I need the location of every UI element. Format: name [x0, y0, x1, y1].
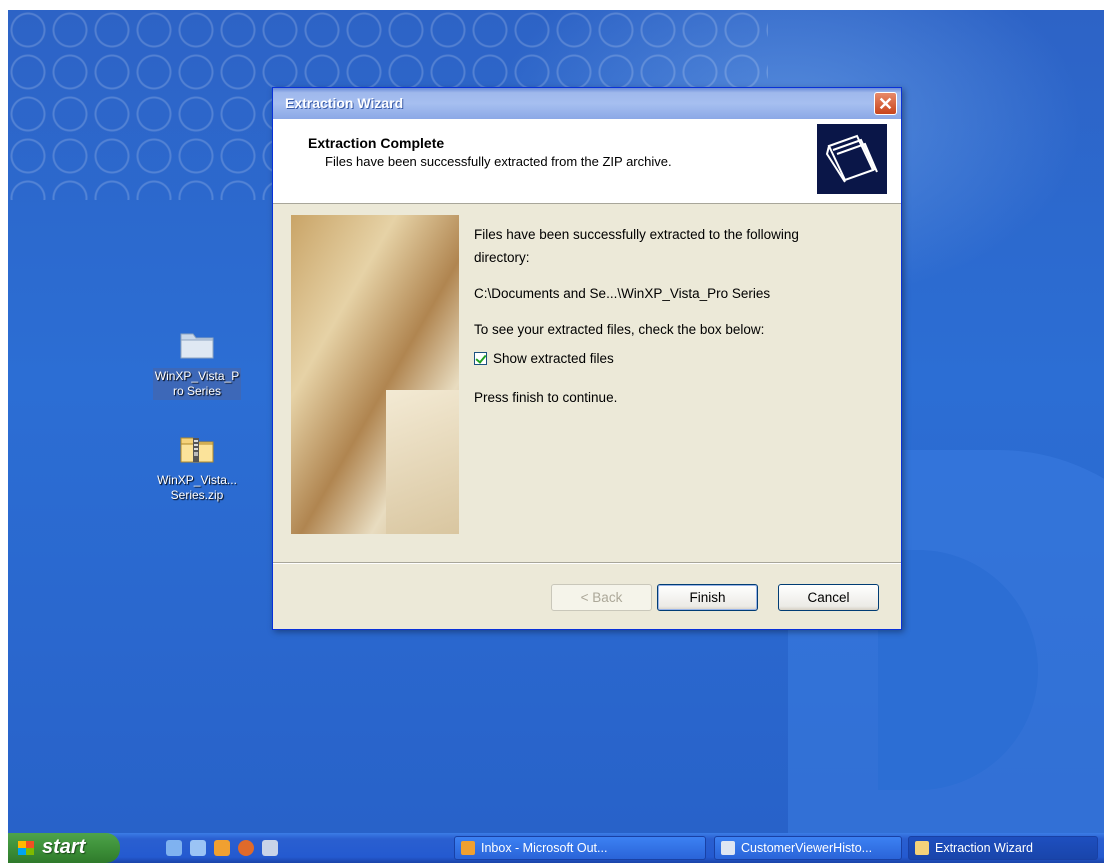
start-button[interactable]: start: [8, 833, 120, 863]
task-label: CustomerViewerHisto...: [741, 841, 873, 855]
back-button[interactable]: < Back: [551, 584, 652, 611]
window-icon: [721, 841, 735, 855]
desktop-icon[interactable]: [190, 840, 206, 856]
header-subtitle: Files have been successfully extracted f…: [325, 154, 672, 169]
outlook-icon[interactable]: [214, 840, 230, 856]
cancel-button[interactable]: Cancel: [778, 584, 879, 611]
task-label: Extraction Wizard: [935, 841, 1033, 855]
folders-icon: [817, 124, 887, 194]
paper-decoration: [386, 390, 459, 534]
see-files-instruction: To see your extracted files, check the b…: [474, 322, 765, 337]
taskbar-item-outlook[interactable]: Inbox - Microsoft Out...: [454, 836, 706, 860]
folder-icon: [179, 328, 215, 362]
press-finish-text: Press finish to continue.: [474, 390, 618, 405]
checkbox-checked-icon[interactable]: [474, 352, 487, 365]
wizard-content: Files have been successfully extracted t…: [273, 204, 901, 548]
taskbar-item-customer-viewer[interactable]: CustomerViewerHisto...: [714, 836, 902, 860]
success-message-line2: directory:: [474, 250, 530, 265]
header-title: Extraction Complete: [308, 135, 445, 151]
wizard-header: Extraction Complete Files have been succ…: [273, 119, 901, 204]
folder-icon: [915, 841, 929, 855]
wizard-side-image: [291, 215, 459, 534]
windows-flag-icon: [18, 841, 34, 855]
network-icon[interactable]: [262, 840, 278, 856]
dialog-title: Extraction Wizard: [285, 95, 404, 111]
taskbar-item-extraction-wizard[interactable]: Extraction Wizard: [908, 836, 1098, 860]
task-label: Inbox - Microsoft Out...: [481, 841, 608, 855]
checkbox-label: Show extracted files: [493, 351, 614, 366]
close-button[interactable]: ✕: [874, 92, 897, 115]
desktop-icon-label: WinXP_Vista... Series.zip: [157, 473, 237, 502]
dialog-titlebar[interactable]: Extraction Wizard ✕: [273, 88, 901, 119]
desktop-icon-label: WinXP_Vista_P ro Series: [152, 368, 242, 400]
extracted-path: C:\Documents and Se...\WinXP_Vista_Pro S…: [474, 286, 771, 301]
desktop-icon-zip-archive[interactable]: WinXP_Vista... Series.zip: [138, 432, 256, 504]
show-extracted-files-checkbox[interactable]: Show extracted files: [474, 351, 614, 366]
success-message-line1: Files have been successfully extracted t…: [474, 227, 799, 242]
zip-folder-icon: [179, 432, 215, 466]
extraction-wizard-dialog: Extraction Wizard ✕ Extraction Complete …: [272, 87, 902, 630]
start-label: start: [42, 836, 86, 858]
desktop-icon-extracted-folder[interactable]: WinXP_Vista_P ro Series: [138, 328, 256, 400]
finish-button[interactable]: Finish: [657, 584, 758, 611]
outlook-icon: [461, 841, 475, 855]
close-icon: ✕: [877, 94, 894, 114]
firefox-icon[interactable]: [238, 840, 254, 856]
taskbar: start Inbox - Microsoft Out... CustomerV…: [8, 833, 1104, 863]
ie-icon[interactable]: [166, 840, 182, 856]
footer-divider: [273, 562, 901, 564]
